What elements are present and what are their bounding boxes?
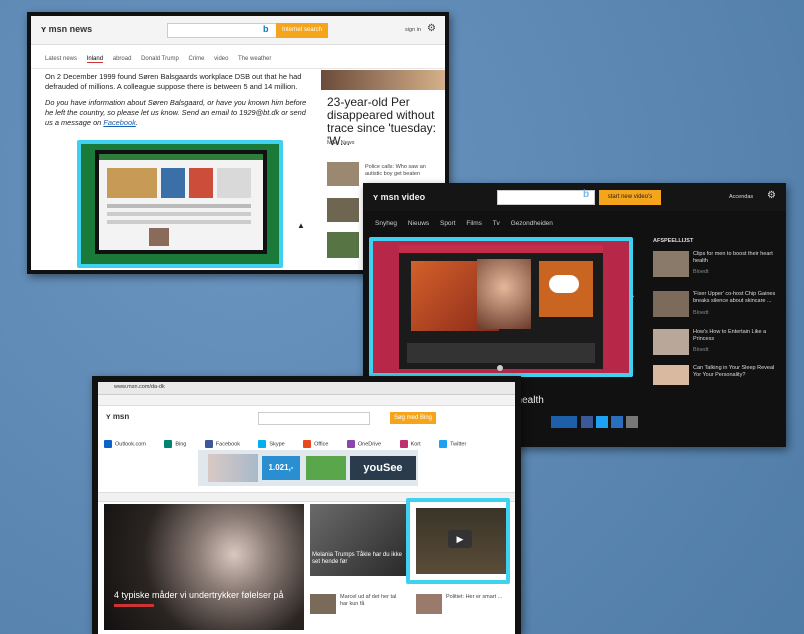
news-topbar: ʏ msn news b Internet search sign in ⚙ <box>31 16 445 45</box>
highlight-box <box>369 237 633 377</box>
nav-item-5[interactable]: Tv <box>493 220 500 227</box>
butterfly-icon: ʏ <box>41 24 47 34</box>
app-facebook[interactable]: Facebook <box>204 439 240 448</box>
side-thumb-1[interactable] <box>327 162 359 186</box>
settings-gear-icon[interactable]: ⚙ <box>427 23 436 34</box>
facebook-icon <box>204 439 213 448</box>
highlight-box <box>406 498 510 584</box>
playlist-title: AFSPEELLIJST <box>653 238 694 244</box>
app-twitter[interactable]: Twitter <box>439 439 466 448</box>
playlist-item-2-meta: Bloedt <box>693 310 709 316</box>
chevron-right-icon[interactable]: › <box>631 291 634 302</box>
url-text[interactable]: www.msn.com/da-dk <box>114 384 165 390</box>
outlook-icon <box>104 439 112 448</box>
facebook-share-icon[interactable] <box>581 416 593 428</box>
hero-image[interactable]: 4 typiske måder vi undertrykker følelser… <box>104 504 304 630</box>
onedrive-icon <box>346 439 355 448</box>
ad-price: 1.021,- <box>262 456 300 480</box>
app-outlook[interactable]: Outlook.com <box>104 439 146 448</box>
msn-video-logo[interactable]: ʏ msn video <box>373 192 425 202</box>
butterfly-icon: ʏ <box>106 412 111 421</box>
side-thumb-3[interactable] <box>327 232 359 258</box>
news-nav-tabs: Latest news Inland abroad Donald Trump C… <box>45 56 279 63</box>
bottom-thumb-1[interactable] <box>310 594 336 614</box>
app-onedrive[interactable]: OneDrive <box>346 439 381 448</box>
tab-donald-trump[interactable]: Donald Trump <box>141 56 179 62</box>
video-search-button[interactable]: start new video's <box>599 190 661 205</box>
facebook-link[interactable]: Facebook <box>103 118 135 127</box>
playlist-thumb-3[interactable] <box>653 329 689 355</box>
bing-icon: b <box>263 24 269 34</box>
hero-caption[interactable]: 4 typiske måder vi undertrykker følelser… <box>114 590 300 600</box>
news-search-input[interactable] <box>167 23 277 38</box>
browser-address-bar: www.msn.com/da-dk <box>98 382 515 395</box>
bottom-thumb-2[interactable] <box>416 594 442 614</box>
nav-item-1[interactable]: Snyheg <box>375 220 397 227</box>
playlist-thumb-1[interactable] <box>653 251 689 277</box>
tab-video[interactable]: video <box>214 56 228 62</box>
playlist-item-4-title[interactable]: Can Talking in Your Sleep Reveal Yor You… <box>693 365 781 379</box>
video-search-input[interactable] <box>497 190 595 205</box>
bing-icon <box>164 439 173 448</box>
ad-brand: youSee <box>350 456 416 480</box>
playlist-thumb-2[interactable] <box>653 291 689 317</box>
msn-dk-logo[interactable]: ʏ msn <box>106 412 129 421</box>
playlist-item-2-title[interactable]: 'Fixer Upper' co-host Chip Gaines breaks… <box>693 291 781 305</box>
article-paragraph-2: Do you have information about Søren Bals… <box>45 98 307 127</box>
playlist-item-3-title[interactable]: How's How to Entertain Like a Princess <box>693 329 781 343</box>
skype-share-icon[interactable] <box>611 416 623 428</box>
news-search-button[interactable]: Internet search <box>276 23 328 38</box>
tab-the-weather[interactable]: The weather <box>238 56 271 62</box>
msn-dk-screenshot: www.msn.com/da-dk ʏ msn Søg med Bing Out… <box>92 376 521 634</box>
mouse-cursor-icon: ▲ <box>297 221 305 230</box>
bing-icon: b <box>583 189 590 200</box>
nav-item-2[interactable]: Nieuws <box>408 220 429 227</box>
email-share-icon[interactable] <box>626 416 638 428</box>
mid-card-caption[interactable]: Melania Trumps Tåkle har du ikke set hen… <box>312 552 404 566</box>
tab-abroad[interactable]: abroad <box>113 56 132 62</box>
dk-search-button[interactable]: Søg med Bing <box>390 412 436 424</box>
msn-news-logo[interactable]: ʏ msn news <box>41 24 92 34</box>
article-paragraph-1: On 2 December 1999 found Søren Balsgaard… <box>45 72 302 91</box>
linkedin-share-button[interactable] <box>551 416 577 428</box>
app-shortcuts: Outlook.com Bing Facebook Skype Office O… <box>104 432 480 450</box>
office-icon <box>303 439 312 448</box>
nav-item-3[interactable]: Sport <box>440 220 456 227</box>
twitter-icon <box>439 439 448 448</box>
playlist-thumb-4[interactable] <box>653 365 689 385</box>
playlist-item-3-meta: Bloedt <box>693 347 709 353</box>
bottom-item-1[interactable]: Marcel ud af det her tal har kun få <box>340 594 404 608</box>
tab-latest-news[interactable]: Latest news <box>45 56 77 62</box>
side-top-image <box>321 70 445 90</box>
twitter-share-icon[interactable] <box>596 416 608 428</box>
settings-gear-icon[interactable]: ⚙ <box>767 190 776 201</box>
highlight-box <box>77 140 283 268</box>
side-small-headline[interactable]: Police calls: Who saw an autistic boy ge… <box>365 164 441 178</box>
dk-search-input[interactable] <box>258 412 370 425</box>
nav-item-4[interactable]: Films <box>466 220 482 227</box>
playlist-item-1-title[interactable]: Clips for men to boost their heart healt… <box>693 251 781 265</box>
ad-banner[interactable]: 1.021,- youSee <box>198 450 418 486</box>
video-topbar: ʏ msn video b start new video's Accendas… <box>363 183 786 211</box>
tab-inland[interactable]: Inland <box>86 56 104 63</box>
butterfly-icon: ʏ <box>373 192 379 202</box>
side-source: MSN News <box>327 140 355 146</box>
app-bing[interactable]: Bing <box>164 439 186 448</box>
nav-item-6[interactable]: Gezondheiden <box>511 220 553 227</box>
app-kort[interactable]: Kort <box>399 439 421 448</box>
bottom-item-2[interactable]: Politiet: Her er smart ... <box>446 594 510 601</box>
skype-icon <box>258 439 267 448</box>
playlist-item-1-meta: Bloedt <box>693 269 709 275</box>
app-office[interactable]: Office <box>303 439 328 448</box>
news-signin-link[interactable]: sign in <box>405 27 421 33</box>
msn-dk-page: www.msn.com/da-dk ʏ msn Søg med Bing Out… <box>98 382 515 634</box>
app-skype[interactable]: Skype <box>258 439 285 448</box>
video-account-link[interactable]: Accendas <box>729 194 753 201</box>
nav-divider <box>31 68 445 69</box>
video-nav: Snyheg Nieuws Sport Films Tv Gezondheide… <box>375 220 562 227</box>
tab-crime[interactable]: Crime <box>188 56 204 62</box>
side-thumb-2[interactable] <box>327 198 359 222</box>
favorites-bar <box>98 395 515 406</box>
map-icon <box>399 439 408 448</box>
